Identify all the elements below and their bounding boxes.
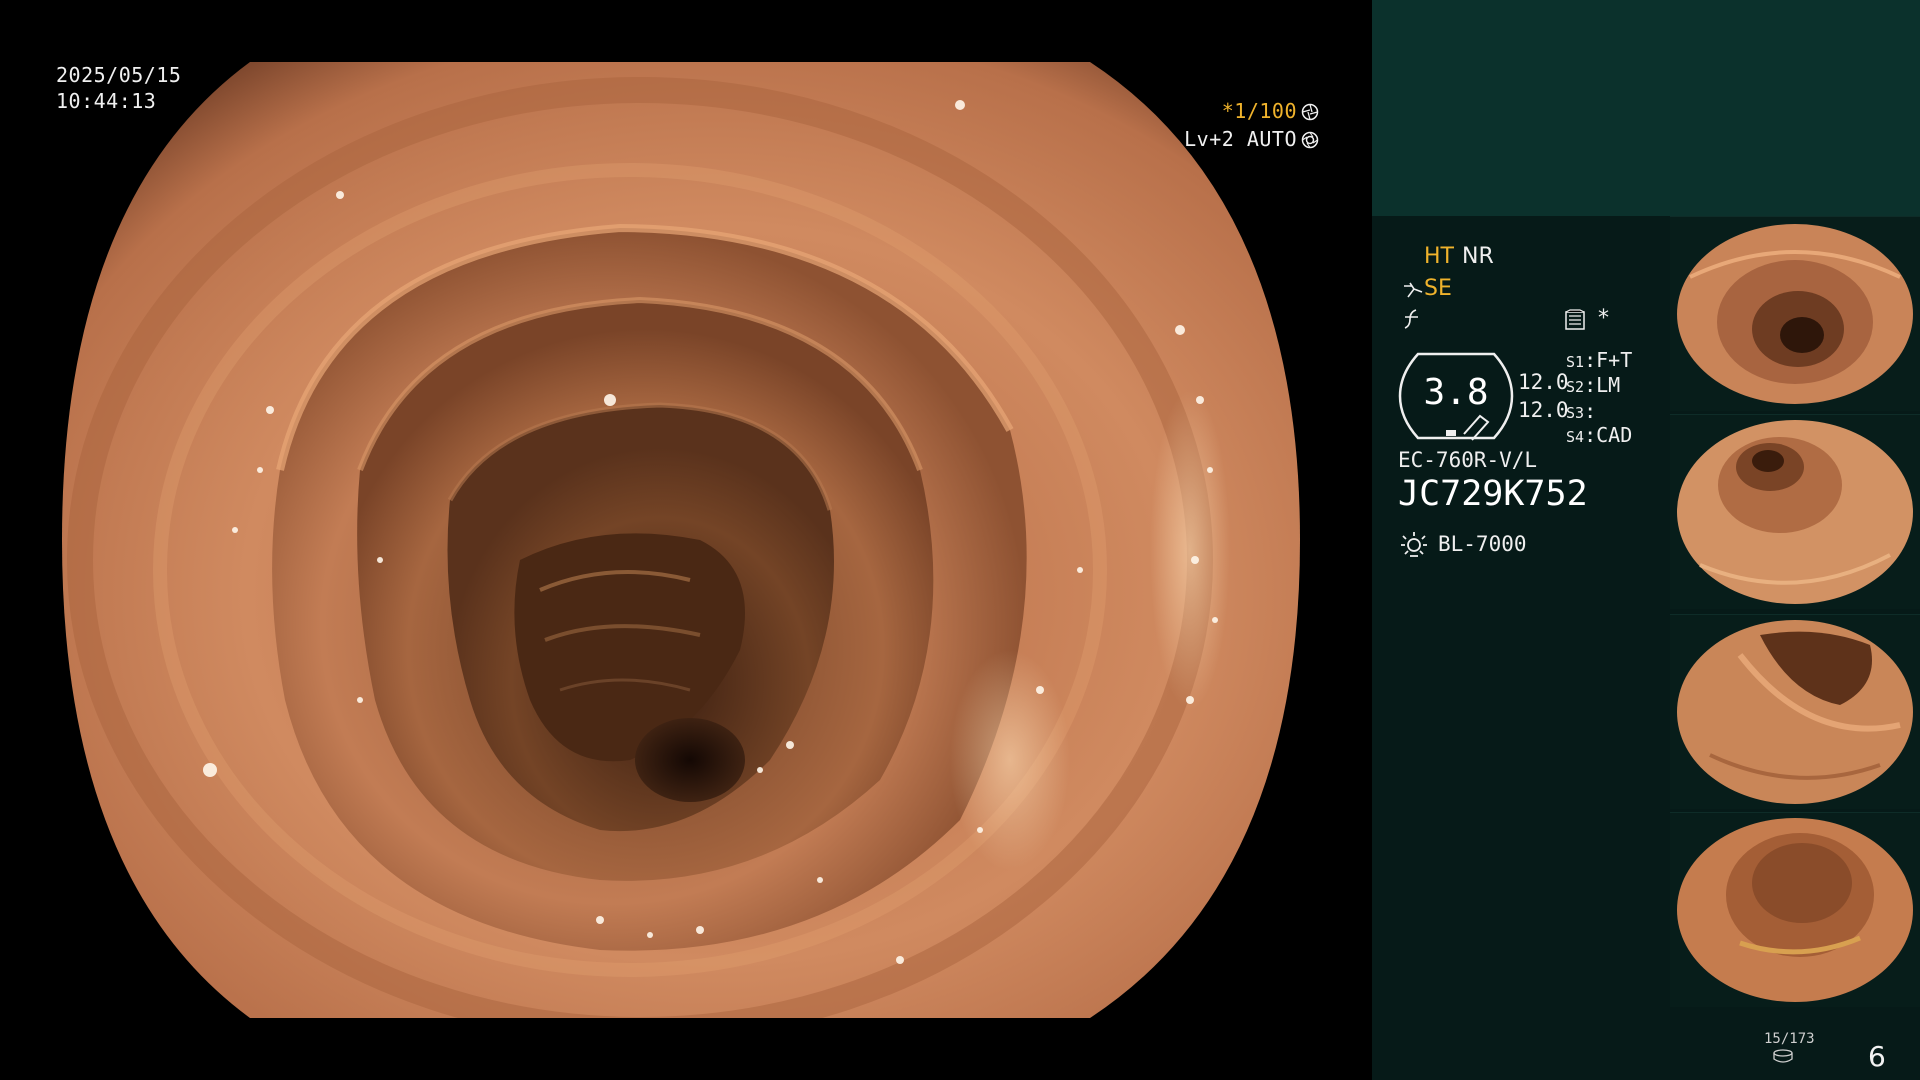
date-text: 2025/05/15 [56, 63, 182, 87]
enhancement-icon [1404, 282, 1423, 298]
shutter-speed-display: *1/100 [1222, 98, 1319, 124]
exposure-level-display: Lv+2 AUTO [1184, 126, 1319, 152]
slot-s4: S4:CAD [1566, 423, 1633, 447]
slot-value: LM [1596, 373, 1621, 397]
panel-header-area [1372, 0, 1920, 216]
shutter-value: 1/100 [1234, 99, 1297, 123]
info-panel: HT NR SE * 3.8 12.0 12.0 S1:F+T S2:LM S3… [1372, 0, 1920, 1080]
freeze-icon [1404, 309, 1418, 329]
slot-s3: S3: [1566, 399, 1597, 423]
slot-s2: S2:LM [1566, 373, 1621, 397]
storage-icon [1773, 1049, 1793, 1063]
light-source-icon [1401, 532, 1427, 557]
colon-lumen-image [62, 62, 1300, 1018]
capture-thumbnail-3[interactable] [1670, 614, 1920, 809]
iris-icon [1301, 131, 1319, 149]
asterisk-indicator: * [1598, 306, 1609, 331]
shutter-prefix: * [1221, 99, 1235, 123]
scope-model: EC-760R-V/L [1398, 448, 1538, 472]
slot-value: F+T [1596, 348, 1633, 372]
exposure-mode-text: AUTO [1246, 127, 1297, 151]
time-text: 10:44:13 [56, 89, 157, 113]
capture-thumbnail-4[interactable] [1670, 812, 1920, 1007]
settings-list-icon [1565, 309, 1585, 330]
mode-nr: NR [1462, 244, 1494, 269]
gauge-value: 3.8 [1423, 372, 1489, 413]
mode-se: SE [1424, 276, 1452, 301]
thumbnail-image [1677, 224, 1913, 404]
setting-value-2: 12.0 [1518, 398, 1569, 422]
image-counter: 15/173 [1764, 1031, 1815, 1047]
scope-serial: JC729K752 [1398, 474, 1588, 514]
mode-ht: HT [1424, 244, 1454, 269]
setting-value-1: 12.0 [1518, 370, 1569, 394]
capture-thumbnail-1[interactable] [1670, 216, 1920, 411]
page-number: 6 [1868, 1040, 1886, 1073]
slot-key: S2 [1566, 378, 1585, 396]
shutter-icon [1301, 103, 1319, 121]
slot-key: S1 [1566, 353, 1585, 371]
slot-key: S3 [1566, 404, 1585, 422]
date-time-display: 2025/05/15 10:44:13 [56, 62, 181, 114]
capture-thumbnail-2[interactable] [1670, 414, 1920, 609]
slot-key: S4 [1566, 428, 1585, 446]
slot-value: CAD [1596, 423, 1633, 447]
light-source-name: BL-7000 [1438, 532, 1527, 556]
level-text: Lv+2 [1184, 127, 1235, 151]
endoscope-main-view: 2025/05/15 10:44:13 *1/100 Lv+2 AUTO [0, 0, 1372, 1080]
thumbnail-image [1677, 620, 1913, 804]
slot-s1: S1:F+T [1566, 348, 1633, 372]
thumbnail-image [1677, 420, 1913, 604]
thumbnail-image [1677, 818, 1913, 1002]
